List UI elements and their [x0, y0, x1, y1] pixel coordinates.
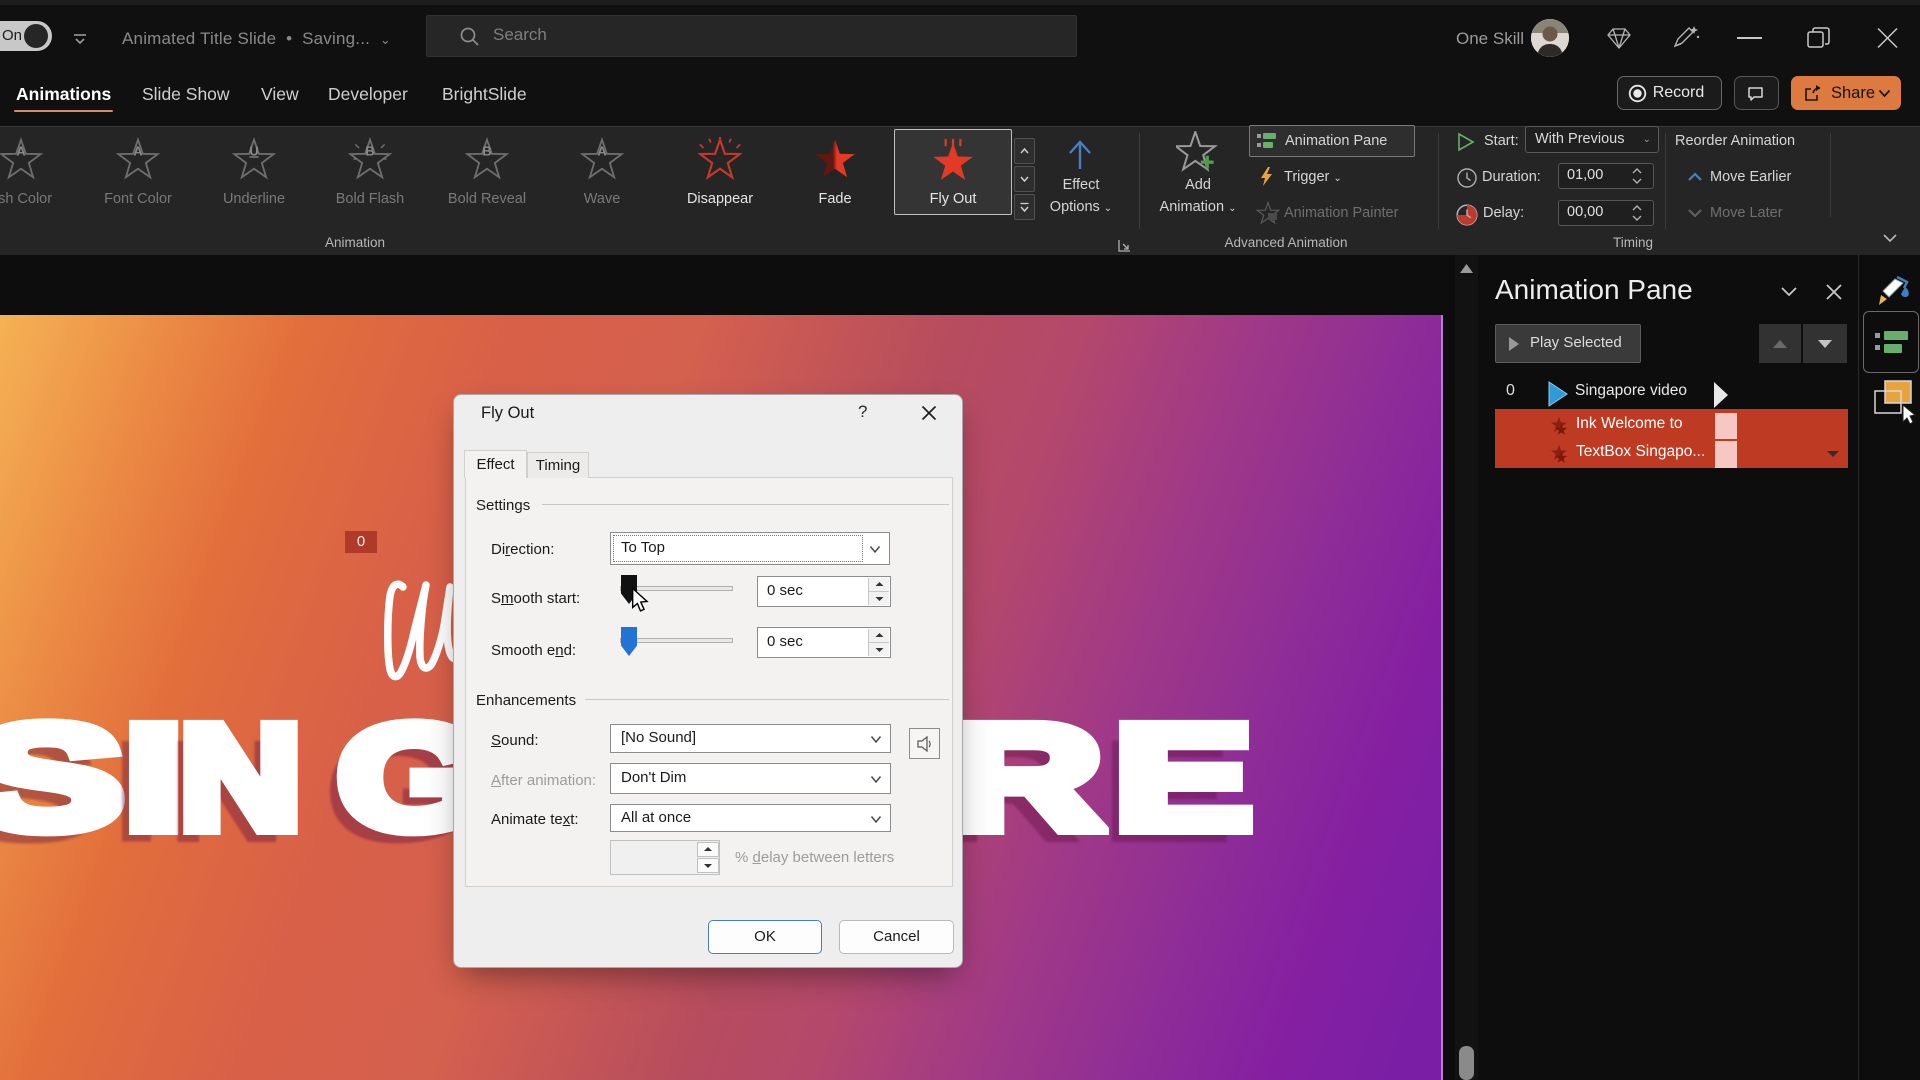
svg-text:B: B [482, 143, 491, 158]
svg-text:U: U [249, 143, 258, 158]
svg-text:B: B [365, 143, 374, 158]
svg-text:A: A [16, 143, 25, 158]
svg-text:A: A [597, 143, 606, 158]
svg-text:A: A [133, 143, 142, 158]
